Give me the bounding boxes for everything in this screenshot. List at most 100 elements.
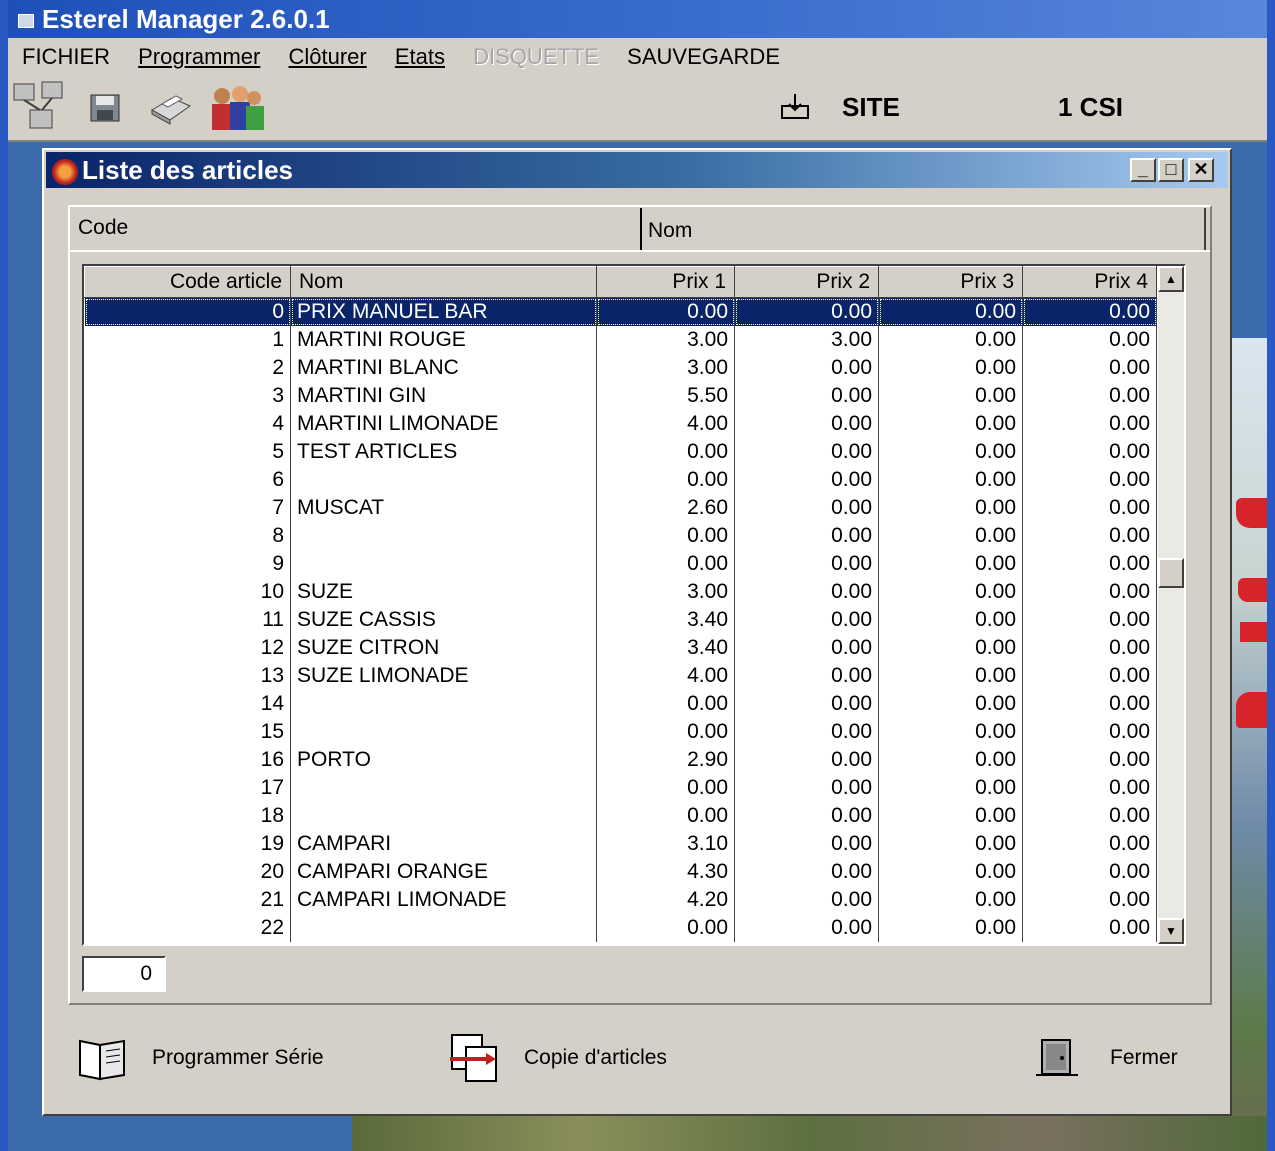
users-icon[interactable] <box>206 84 268 134</box>
table-row[interactable]: 21 CAMPARI LIMONADE 4.20 0.00 0.00 0.00 <box>84 886 1157 914</box>
col-header-prix1[interactable]: Prix 1 <box>596 266 735 298</box>
cell-prix4: 0.00 <box>1022 802 1157 830</box>
table-row[interactable]: 6 0.00 0.00 0.00 0.00 <box>84 466 1157 494</box>
table-row[interactable]: 18 0.00 0.00 0.00 0.00 <box>84 802 1157 830</box>
cell-nom <box>290 802 597 830</box>
cell-prix2: 0.00 <box>734 774 879 802</box>
cell-prix4: 0.00 <box>1022 494 1157 522</box>
table-row[interactable]: 12 SUZE CITRON 3.40 0.00 0.00 0.00 <box>84 634 1157 662</box>
cell-prix3: 0.00 <box>878 634 1023 662</box>
cell-code: 19 <box>84 830 291 858</box>
app-title-bar[interactable]: Esterel Manager 2.6.0.1 <box>8 0 1267 38</box>
cell-prix1: 3.00 <box>596 578 735 606</box>
background-photo-right <box>1232 338 1267 1151</box>
cell-nom <box>290 914 597 942</box>
programmer-serie-label: Programmer Série <box>152 1046 324 1069</box>
table-row[interactable]: 11 SUZE CASSIS 3.40 0.00 0.00 0.00 <box>84 606 1157 634</box>
cell-nom: SUZE CASSIS <box>290 606 597 634</box>
cell-prix1: 0.00 <box>596 466 735 494</box>
scroll-down-button[interactable]: ▼ <box>1158 918 1184 944</box>
cell-prix1: 0.00 <box>596 297 735 326</box>
current-code-field[interactable]: 0 <box>82 956 166 992</box>
menu-fichier[interactable]: FICHIER <box>22 44 110 69</box>
cell-prix4: 0.00 <box>1022 774 1157 802</box>
table-row[interactable]: 1 MARTINI ROUGE 3.00 3.00 0.00 0.00 <box>84 326 1157 354</box>
cell-code: 8 <box>84 522 291 550</box>
cell-code: 17 <box>84 774 291 802</box>
cell-code: 0 <box>84 297 291 326</box>
cell-nom: CAMPARI LIMONADE <box>290 886 597 914</box>
cell-prix1: 4.20 <box>596 886 735 914</box>
col-header-prix3[interactable]: Prix 3 <box>878 266 1023 298</box>
cell-prix3: 0.00 <box>878 578 1023 606</box>
table-row[interactable]: 2 MARTINI BLANC 3.00 0.00 0.00 0.00 <box>84 354 1157 382</box>
programmer-serie-button[interactable]: Programmer Série <box>76 1028 324 1088</box>
table-row[interactable]: 20 CAMPARI ORANGE 4.30 0.00 0.00 0.00 <box>84 858 1157 886</box>
menu-etats[interactable]: Etats <box>395 44 445 69</box>
filter-code-header[interactable]: Code <box>70 208 640 250</box>
cell-nom: TEST ARTICLES <box>290 438 597 466</box>
table-row[interactable]: 8 0.00 0.00 0.00 0.00 <box>84 522 1157 550</box>
table-row[interactable]: 14 0.00 0.00 0.00 0.00 <box>84 690 1157 718</box>
cell-nom: PRIX MANUEL BAR <box>290 297 597 326</box>
table-row[interactable]: 10 SUZE 3.00 0.00 0.00 0.00 <box>84 578 1157 606</box>
menu-programmer[interactable]: Programmer <box>138 44 260 69</box>
cell-prix2: 0.00 <box>734 746 879 774</box>
cell-nom: SUZE CITRON <box>290 634 597 662</box>
cell-prix4: 0.00 <box>1022 550 1157 578</box>
network-icon[interactable] <box>12 80 74 136</box>
cell-prix3: 0.00 <box>878 494 1023 522</box>
table-row[interactable]: 4 MARTINI LIMONADE 4.00 0.00 0.00 0.00 <box>84 410 1157 438</box>
table-row[interactable]: 5 TEST ARTICLES 0.00 0.00 0.00 0.00 <box>84 438 1157 466</box>
menu-cloturer[interactable]: Clôturer <box>289 44 367 69</box>
window-frame-right <box>1267 0 1275 1151</box>
cell-code: 6 <box>84 466 291 494</box>
table-row[interactable]: 0 PRIX MANUEL BAR 0.00 0.00 0.00 0.00 <box>84 297 1157 326</box>
background-logo-part <box>1236 498 1267 528</box>
fermer-button[interactable]: Fermer <box>1034 1028 1178 1088</box>
minimize-button[interactable]: _ <box>1130 158 1156 182</box>
dialog-app-icon <box>52 159 78 186</box>
scroll-thumb[interactable] <box>1158 558 1184 588</box>
save-icon[interactable] <box>90 94 122 124</box>
close-button[interactable]: ✕ <box>1188 158 1214 182</box>
cell-nom: MARTINI LIMONADE <box>290 410 597 438</box>
cell-code: 18 <box>84 802 291 830</box>
cell-prix4: 0.00 <box>1022 522 1157 550</box>
cell-code: 12 <box>84 634 291 662</box>
table-row[interactable]: 3 MARTINI GIN 5.50 0.00 0.00 0.00 <box>84 382 1157 410</box>
table-row[interactable]: 17 0.00 0.00 0.00 0.00 <box>84 774 1157 802</box>
filter-nom-header[interactable]: Nom <box>640 208 1206 250</box>
cell-prix2: 0.00 <box>734 382 879 410</box>
dialog-title-bar[interactable]: Liste des articles _ □ ✕ <box>46 152 1228 188</box>
table-row[interactable]: 7 MUSCAT 2.60 0.00 0.00 0.00 <box>84 494 1157 522</box>
app-icon <box>18 14 34 29</box>
table-row[interactable]: 19 CAMPARI 3.10 0.00 0.00 0.00 <box>84 830 1157 858</box>
cell-prix1: 0.00 <box>596 690 735 718</box>
cell-nom: MARTINI GIN <box>290 382 597 410</box>
copie-articles-button[interactable]: Copie d'articles <box>446 1028 667 1088</box>
cell-prix1: 4.00 <box>596 410 735 438</box>
col-header-prix4[interactable]: Prix 4 <box>1022 266 1157 298</box>
cell-prix3: 0.00 <box>878 802 1023 830</box>
cell-code: 4 <box>84 410 291 438</box>
cell-code: 16 <box>84 746 291 774</box>
table-row[interactable]: 13 SUZE LIMONADE 4.00 0.00 0.00 0.00 <box>84 662 1157 690</box>
table-row[interactable]: 16 PORTO 2.90 0.00 0.00 0.00 <box>84 746 1157 774</box>
col-header-code[interactable]: Code article <box>84 266 291 298</box>
cell-prix2: 0.00 <box>734 297 879 326</box>
table-row[interactable]: 9 0.00 0.00 0.00 0.00 <box>84 550 1157 578</box>
scroll-up-button[interactable]: ▲ <box>1158 266 1184 292</box>
cell-code: 13 <box>84 662 291 690</box>
col-header-prix2[interactable]: Prix 2 <box>734 266 879 298</box>
cell-prix1: 3.00 <box>596 354 735 382</box>
table-row[interactable]: 22 0.00 0.00 0.00 0.00 <box>84 914 1157 942</box>
col-header-nom[interactable]: Nom <box>290 266 597 298</box>
articles-grid[interactable]: Code article Nom Prix 1 Prix 2 Prix 3 Pr… <box>82 264 1186 946</box>
printer-icon[interactable] <box>148 90 192 126</box>
menu-sauvegarde[interactable]: SAUVEGARDE <box>627 44 780 69</box>
vertical-scrollbar[interactable]: ▲ ▼ <box>1158 266 1184 944</box>
maximize-button[interactable]: □ <box>1158 158 1184 182</box>
table-row[interactable]: 15 0.00 0.00 0.00 0.00 <box>84 718 1157 746</box>
cell-nom: MARTINI ROUGE <box>290 326 597 354</box>
